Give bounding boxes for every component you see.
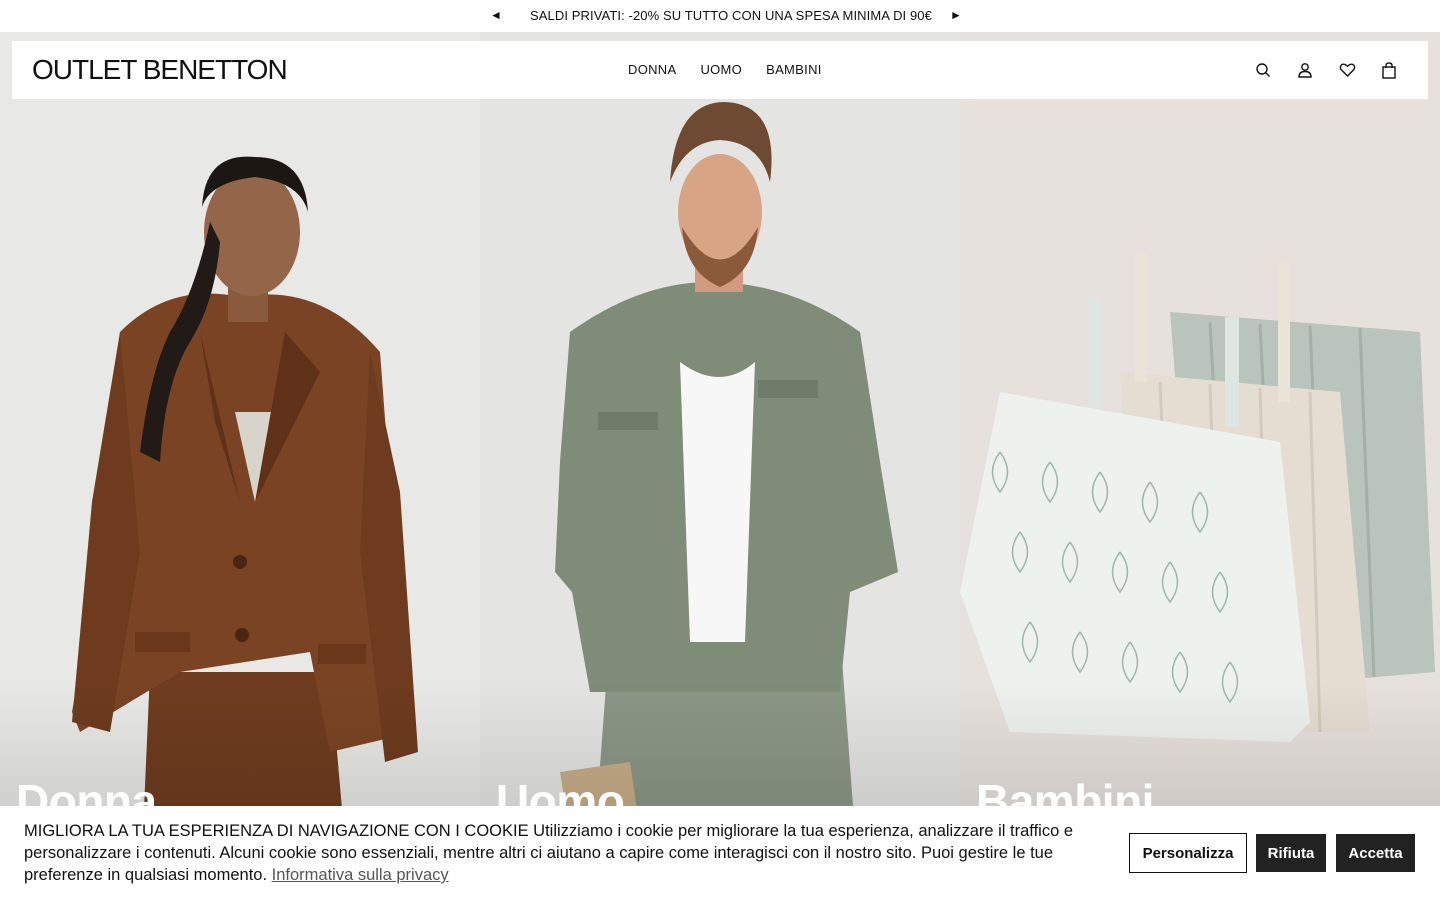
promo-message[interactable]: SALDI PRIVATI: -20% SU TUTTO CON UNA SPE… xyxy=(530,8,932,23)
nav-item-uomo[interactable]: UOMO xyxy=(700,62,742,77)
accept-cookies-button[interactable]: Accetta xyxy=(1336,834,1415,872)
shopping-bag-icon[interactable] xyxy=(1378,59,1400,81)
cookie-text-block: MIGLIORA LA TUA ESPERIENZA DI NAVIGAZION… xyxy=(24,820,1084,886)
promo-next-arrow-icon[interactable]: ► xyxy=(942,8,970,22)
category-panel-donna[interactable]: Donna xyxy=(0,32,480,900)
site-header: OUTLET BENETTON DONNA UOMO BAMBINI xyxy=(12,41,1428,99)
search-icon[interactable] xyxy=(1252,59,1274,81)
account-icon[interactable] xyxy=(1294,59,1316,81)
customize-cookies-button[interactable]: Personalizza xyxy=(1129,833,1247,873)
reject-cookies-button[interactable]: Rifiuta xyxy=(1256,834,1326,872)
nav-item-bambini[interactable]: BAMBINI xyxy=(766,62,822,77)
site-logo[interactable]: OUTLET BENETTON xyxy=(32,54,288,86)
header-icons xyxy=(1252,59,1400,81)
hero-categories: Donna Uomo Bambini xyxy=(0,32,1440,900)
category-panel-uomo[interactable]: Uomo xyxy=(480,32,960,900)
cookie-message: MIGLIORA LA TUA ESPERIENZA DI NAVIGAZION… xyxy=(24,822,1074,884)
main-nav: DONNA UOMO BAMBINI xyxy=(628,62,822,77)
wishlist-heart-icon[interactable] xyxy=(1336,59,1358,81)
privacy-policy-link[interactable]: Informativa sulla privacy xyxy=(272,866,449,884)
category-panel-bambini[interactable]: Bambini xyxy=(960,32,1440,900)
cookie-banner: MIGLIORA LA TUA ESPERIENZA DI NAVIGAZION… xyxy=(0,806,1440,900)
promo-prev-arrow-icon[interactable]: ◄ xyxy=(482,8,510,22)
promo-bar: ◄ SALDI PRIVATI: -20% SU TUTTO CON UNA S… xyxy=(0,0,1440,32)
nav-item-donna[interactable]: DONNA xyxy=(628,62,676,77)
